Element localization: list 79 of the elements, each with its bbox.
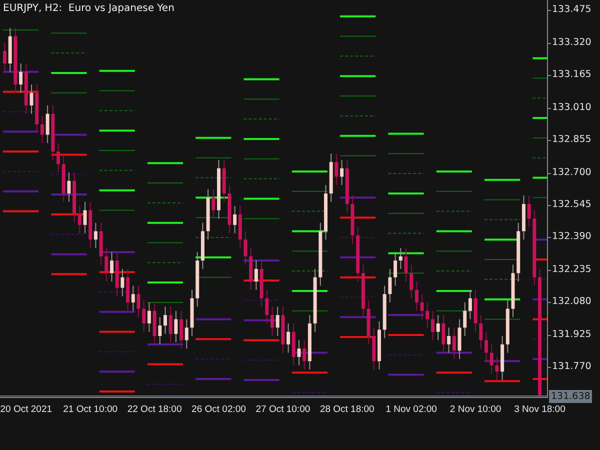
candlestick <box>46 104 50 144</box>
candlestick <box>120 268 124 297</box>
candlestick <box>436 314 440 341</box>
candlestick <box>244 230 248 266</box>
candlestick <box>495 356 499 381</box>
candlestick <box>233 206 237 234</box>
candlestick <box>147 302 151 332</box>
candlestick <box>40 115 44 144</box>
current-price-label: 131.638 <box>549 390 592 403</box>
candlestick <box>431 310 434 341</box>
candlestick <box>447 327 451 354</box>
candlestick <box>302 340 306 370</box>
candlestick <box>276 306 280 337</box>
candlestick <box>420 294 424 320</box>
candlestick <box>265 289 269 324</box>
price-axis-label: 133.475 <box>548 3 592 18</box>
candlestick <box>131 285 135 312</box>
candlestick <box>56 142 60 174</box>
candlestick <box>110 252 114 282</box>
candlestick <box>158 316 162 345</box>
time-axis-label: 1 Nov 02:00 <box>386 404 437 415</box>
candlestick <box>168 306 172 343</box>
time-axis-label: 28 Oct 18:00 <box>320 404 374 415</box>
candlestick <box>67 172 71 202</box>
candlestick <box>398 247 402 270</box>
price-axis-label: 131.770 <box>548 360 592 374</box>
price-axis-label: 133.010 <box>548 100 592 115</box>
candlestick <box>484 331 488 362</box>
candlestick <box>78 206 82 234</box>
candlestick <box>30 84 34 114</box>
candlestick <box>286 322 290 354</box>
candlestick <box>104 247 108 282</box>
chart-title: EURJPY, H2: Euro vs Japanese Yen <box>3 3 176 14</box>
candlestick <box>490 344 494 374</box>
price-axis-label: 132.545 <box>548 198 592 212</box>
candlestick <box>270 306 274 337</box>
candlestick <box>334 153 338 186</box>
candlestick <box>297 340 301 366</box>
candlestick <box>458 318 462 360</box>
price-axis-label: 132.080 <box>548 295 592 310</box>
candlestick <box>426 302 430 328</box>
candlestick <box>142 300 146 332</box>
candlestick <box>164 306 167 334</box>
candlestick <box>184 318 188 350</box>
time-axis-label: 26 Oct 02:00 <box>192 404 246 415</box>
time-axis-label: 21 Oct 10:00 <box>63 404 118 415</box>
candlestick <box>527 195 531 228</box>
price-axis-label: 133.165 <box>548 68 592 82</box>
candlestick <box>83 201 87 234</box>
price-axis-label: 132.235 <box>548 262 592 277</box>
price-axis-label: 132.390 <box>548 230 592 244</box>
time-axis-label: 22 Oct 18:00 <box>127 404 182 415</box>
candlestick <box>463 302 467 337</box>
price-axis-label: 133.320 <box>548 36 592 50</box>
candlestick <box>212 188 216 220</box>
candlestick <box>174 310 178 343</box>
time-axis-label: 3 Nov 18:00 <box>514 404 566 415</box>
candlestick <box>410 264 414 299</box>
candlestick <box>3 42 6 72</box>
candlestick <box>394 252 398 286</box>
candlestick <box>340 159 344 186</box>
candlestick <box>442 314 446 354</box>
candlestick <box>180 310 184 350</box>
price-axis-label: 131.925 <box>548 328 592 342</box>
time-axis-label: 2 Nov 10:00 <box>450 404 502 415</box>
candlestick <box>254 260 258 290</box>
candlestick <box>388 268 392 303</box>
time-axis-label: 27 Oct 10:00 <box>256 404 310 415</box>
candlestick <box>136 285 140 318</box>
time-axis-label: 20 Oct 2021 <box>0 404 52 415</box>
candlestick <box>404 247 408 282</box>
candlestick <box>452 327 456 360</box>
price-axis-label: 132.855 <box>548 133 592 148</box>
candlestick <box>19 63 23 94</box>
candlestick <box>468 289 472 320</box>
candlestick <box>94 222 98 248</box>
candlestick <box>479 314 483 350</box>
price-axis-label: 132.700 <box>548 166 592 180</box>
candlestick <box>414 281 418 312</box>
